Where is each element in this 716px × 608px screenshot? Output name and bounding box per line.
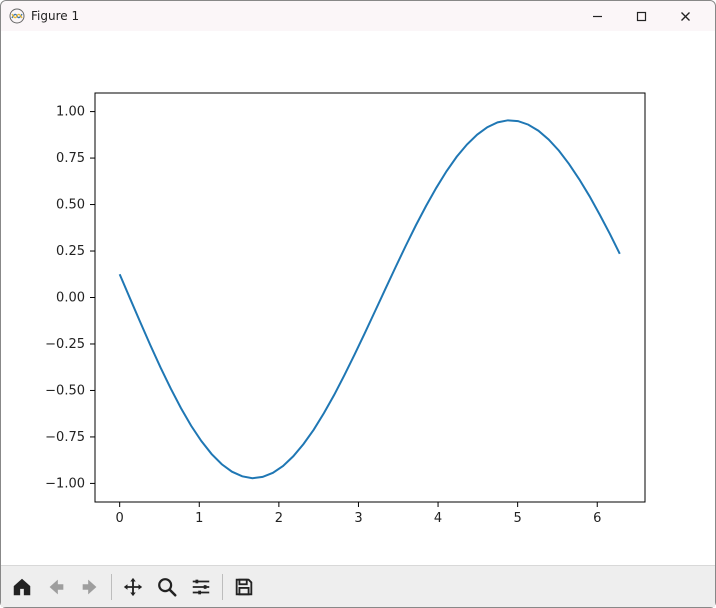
configure-button[interactable] — [186, 572, 216, 602]
toolbar-separator — [222, 574, 223, 600]
zoom-button[interactable] — [152, 572, 182, 602]
matplotlib-toolbar — [1, 565, 715, 607]
window-title: Figure 1 — [31, 9, 79, 23]
home-icon — [11, 576, 33, 598]
xtick-label: 3 — [354, 511, 362, 526]
series-line — [120, 120, 620, 478]
ytick-label: −0.75 — [45, 430, 85, 445]
maximize-button[interactable] — [619, 1, 663, 31]
ytick-label: 1.00 — [56, 105, 85, 120]
zoom-icon — [156, 576, 178, 598]
move-icon — [122, 576, 144, 598]
xtick-label: 5 — [514, 511, 522, 526]
forward-button[interactable] — [75, 572, 105, 602]
minimize-button[interactable] — [575, 1, 619, 31]
pan-button[interactable] — [118, 572, 148, 602]
app-icon — [9, 8, 25, 24]
figure-window: Figure 1 0 1 2 3 4 5 6 −1.00 −0.75 −0.50 −0.25 0.00… — [0, 0, 716, 608]
back-button[interactable] — [41, 572, 71, 602]
ytick-label: −0.25 — [45, 337, 85, 352]
xtick-label: 0 — [116, 511, 124, 526]
save-icon — [233, 576, 255, 598]
plot-area: 0 1 2 3 4 5 6 −1.00 −0.75 −0.50 −0.25 0.00 0.25 0.50 0… — [1, 31, 715, 565]
xtick-label: 2 — [275, 511, 283, 526]
ytick-label: −0.50 — [45, 383, 85, 398]
ytick-label: 0.25 — [56, 244, 85, 259]
ytick-label: 0.75 — [56, 151, 85, 166]
xtick-label: 4 — [434, 511, 442, 526]
titlebar: Figure 1 — [1, 1, 715, 31]
toolbar-separator — [111, 574, 112, 600]
ytick-label: 0.00 — [56, 291, 85, 306]
close-button[interactable] — [663, 1, 707, 31]
save-button[interactable] — [229, 572, 259, 602]
chart-svg: 0 1 2 3 4 5 6 −1.00 −0.75 −0.50 −0.25 0.00 0.25 0.50 0… — [1, 31, 715, 565]
ytick-label: −1.00 — [45, 476, 85, 491]
arrow-right-icon — [79, 576, 101, 598]
sliders-icon — [190, 576, 212, 598]
arrow-left-icon — [45, 576, 67, 598]
ytick-label: 0.50 — [56, 198, 85, 213]
home-button[interactable] — [7, 572, 37, 602]
xtick-label: 1 — [195, 511, 203, 526]
xtick-label: 6 — [593, 511, 601, 526]
